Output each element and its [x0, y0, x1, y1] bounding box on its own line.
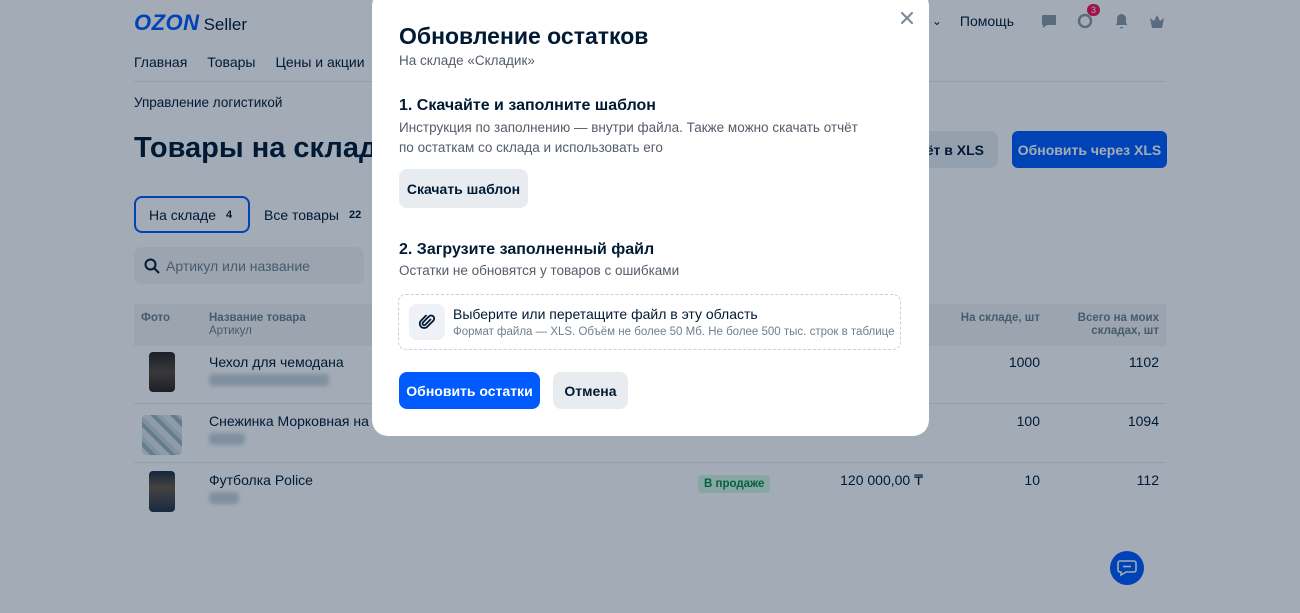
paperclip-icon — [409, 304, 445, 340]
modal-title: Обновление остатков — [399, 23, 649, 49]
update-stock-button[interactable]: Обновить остатки — [399, 372, 540, 409]
cancel-button[interactable]: Отмена — [553, 372, 628, 409]
dropzone-hint: Формат файла — XLS. Объём не более 50 Мб… — [453, 326, 895, 338]
close-button[interactable] — [897, 8, 917, 28]
step2-title: 2. Загрузите заполненный файл — [399, 241, 655, 258]
update-stock-modal: Обновление остатков На складе «Складик» … — [372, 0, 929, 436]
close-icon — [901, 12, 913, 24]
dropzone-text: Выберите или перетащите файл в эту облас… — [453, 306, 895, 338]
dropzone-title: Выберите или перетащите файл в эту облас… — [453, 306, 758, 322]
file-dropzone[interactable]: Выберите или перетащите файл в эту облас… — [398, 294, 901, 350]
file-dropzone-wrapper: Выберите или перетащите файл в эту облас… — [393, 289, 906, 355]
step1-title: 1. Скачайте и заполните шаблон — [399, 97, 656, 114]
modal-subtitle: На складе «Складик» — [399, 53, 535, 68]
step2-description: Остатки не обновятся у товаров с ошибкам… — [399, 263, 680, 278]
step1-description: Инструкция по заполнению — внутри файла.… — [399, 120, 858, 155]
download-template-button[interactable]: Скачать шаблон — [399, 169, 528, 208]
